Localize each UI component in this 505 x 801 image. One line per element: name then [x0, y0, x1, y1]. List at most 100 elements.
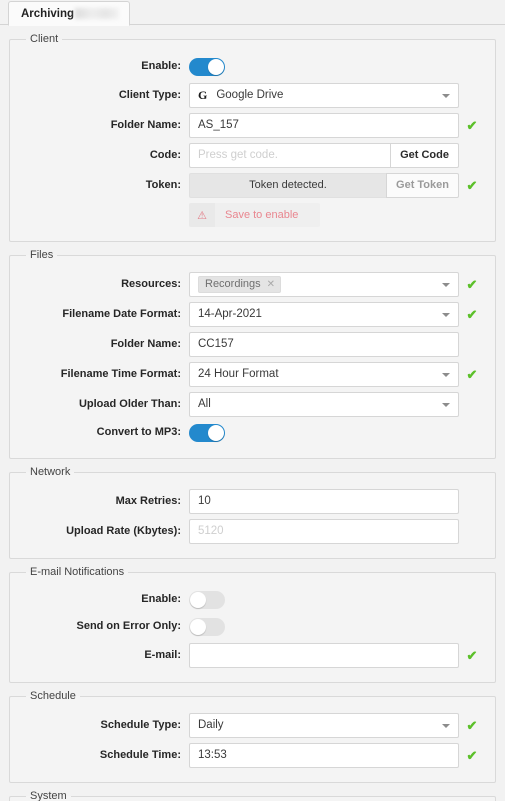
client-folder-name-label: Folder Name:	[110, 118, 181, 131]
field-schedule-time: Schedule Time: 13:53 ✔	[24, 743, 481, 768]
chevron-down-icon	[442, 402, 450, 407]
settings-form: Client Enable: Client Type: G Google Dri…	[0, 25, 505, 801]
resources-multiselect[interactable]: Recordings ✕	[189, 272, 459, 297]
upload-rate-label: Upload Rate (Kbytes):	[66, 524, 181, 537]
get-code-button[interactable]: Get Code	[390, 143, 459, 168]
client-enable-label: Enable:	[141, 60, 181, 73]
resources-valid-icon: ✔	[466, 277, 478, 292]
schedule-time-label: Schedule Time:	[99, 748, 181, 761]
filename-time-format-label: Filename Time Format:	[60, 367, 181, 380]
get-token-button[interactable]: Get Token	[386, 173, 459, 198]
client-folder-name-input[interactable]: AS_157	[189, 113, 459, 138]
field-filename-time-format: Filename Time Format: 24 Hour Format ✔	[24, 362, 481, 387]
field-filename-date-format: Filename Date Format: 14-Apr-2021 ✔	[24, 302, 481, 327]
email-address-valid-icon: ✔	[466, 648, 478, 663]
field-client-enable: Enable:	[24, 56, 481, 78]
client-enable-toggle[interactable]	[189, 58, 225, 76]
client-type-value: Google Drive	[216, 89, 284, 101]
schedule-type-valid-icon: ✔	[466, 718, 478, 733]
upload-older-than-label: Upload Older Than:	[78, 397, 181, 410]
tab-bar: Archiving	[0, 0, 505, 26]
section-system-legend: System	[30, 790, 67, 801]
field-upload-older-than: Upload Older Than: All ✔	[24, 392, 481, 417]
client-token-input: Token detected.	[189, 173, 387, 198]
email-enable-toggle[interactable]	[189, 591, 225, 609]
client-code-label: Code:	[149, 148, 181, 161]
filename-date-format-valid-icon: ✔	[466, 307, 478, 322]
field-email-enable: Enable:	[24, 589, 481, 611]
token-input-group: Token detected. Get Token	[189, 173, 459, 198]
filename-date-format-value: 14-Apr-2021	[198, 308, 262, 320]
schedule-type-label: Schedule Type:	[100, 718, 181, 731]
section-schedule: Schedule Schedule Type: Daily ✔ Schedule…	[9, 690, 496, 783]
files-folder-name-input[interactable]: CC157	[189, 332, 459, 357]
filename-time-format-value: 24 Hour Format	[198, 368, 279, 380]
chevron-down-icon	[442, 282, 450, 287]
max-retries-validation: ✔	[463, 495, 481, 508]
field-save-to-enable: ⚠ Save to enable ✔	[24, 203, 481, 227]
field-schedule-type: Schedule Type: Daily ✔	[24, 713, 481, 738]
upload-older-than-validation: ✔	[463, 398, 481, 411]
email-address-label: E-mail:	[144, 648, 181, 661]
field-max-retries: Max Retries: 10 ✔	[24, 489, 481, 514]
google-g-icon: G	[198, 88, 208, 102]
filename-date-format-select[interactable]: 14-Apr-2021	[189, 302, 459, 327]
redacted-tab-text	[75, 8, 120, 19]
upload-older-than-value: All	[198, 398, 211, 410]
upload-rate-validation: ✔	[463, 525, 481, 538]
schedule-type-select[interactable]: Daily	[189, 713, 459, 738]
field-client-folder-name: Folder Name: AS_157 ✔	[24, 113, 481, 138]
section-files: Files Resources: Recordings ✕ ✔ Filename…	[9, 249, 496, 459]
max-retries-input[interactable]: 10	[189, 489, 459, 514]
field-client-code: Code: Press get code. Get Code ✔	[24, 143, 481, 168]
field-client-type: Client Type: G Google Drive ✔	[24, 83, 481, 108]
field-upload-rate: Upload Rate (Kbytes): 5120 ✔	[24, 519, 481, 544]
upload-older-than-select[interactable]: All	[189, 392, 459, 417]
field-resources: Resources: Recordings ✕ ✔	[24, 272, 481, 297]
max-retries-label: Max Retries:	[115, 494, 181, 507]
field-send-on-error-only: Send on Error Only:	[24, 616, 481, 638]
section-client-legend: Client	[30, 33, 59, 45]
email-enable-label: Enable:	[141, 593, 181, 606]
section-client: Client Enable: Client Type: G Google Dri…	[9, 33, 496, 242]
close-icon[interactable]: ✕	[267, 273, 275, 296]
field-client-token: Token: Token detected. Get Token ✔	[24, 173, 481, 198]
section-network-legend: Network	[30, 466, 71, 478]
schedule-type-value: Daily	[198, 719, 224, 731]
convert-to-mp3-label: Convert to MP3:	[96, 426, 181, 439]
field-files-folder-name: Folder Name: CC157 ✔	[24, 332, 481, 357]
save-to-enable-label: Save to enable	[225, 209, 299, 221]
toggle-knob	[208, 425, 224, 441]
schedule-time-valid-icon: ✔	[466, 748, 478, 763]
save-to-enable-button[interactable]: ⚠ Save to enable	[189, 203, 321, 227]
section-email-notifications: E-mail Notifications Enable: Send on Err…	[9, 566, 496, 683]
chevron-down-icon	[442, 723, 450, 728]
send-on-error-only-toggle[interactable]	[189, 618, 225, 636]
client-type-select[interactable]: G Google Drive	[189, 83, 459, 108]
field-convert-to-mp3: Convert to MP3:	[24, 422, 481, 444]
section-email-legend: E-mail Notifications	[30, 566, 125, 578]
client-token-label: Token:	[145, 178, 181, 191]
upload-rate-input[interactable]: 5120	[189, 519, 459, 544]
filename-date-format-label: Filename Date Format:	[62, 307, 181, 320]
section-files-legend: Files	[30, 249, 54, 261]
convert-to-mp3-toggle[interactable]	[189, 424, 225, 442]
section-system: System Remove Files:	[9, 790, 496, 801]
email-address-input[interactable]	[189, 643, 459, 668]
files-folder-name-validation: ✔	[463, 338, 481, 351]
chevron-down-icon	[442, 93, 450, 98]
field-email-address: E-mail: ✔	[24, 643, 481, 668]
send-on-error-only-label: Send on Error Only:	[76, 620, 181, 633]
client-token-valid-icon: ✔	[466, 178, 478, 193]
client-code-input[interactable]: Press get code.	[189, 143, 391, 168]
schedule-time-input[interactable]: 13:53	[189, 743, 459, 768]
chevron-down-icon	[442, 372, 450, 377]
chevron-down-icon	[442, 312, 450, 317]
tab-archiving-label: Archiving	[21, 7, 75, 20]
toggle-knob	[190, 619, 206, 635]
section-schedule-legend: Schedule	[30, 690, 76, 702]
save-to-enable-validation: ✔	[324, 209, 342, 222]
filename-time-format-select[interactable]: 24 Hour Format	[189, 362, 459, 387]
tab-archiving[interactable]: Archiving	[8, 1, 131, 26]
resources-tag-recordings[interactable]: Recordings ✕	[198, 273, 282, 296]
